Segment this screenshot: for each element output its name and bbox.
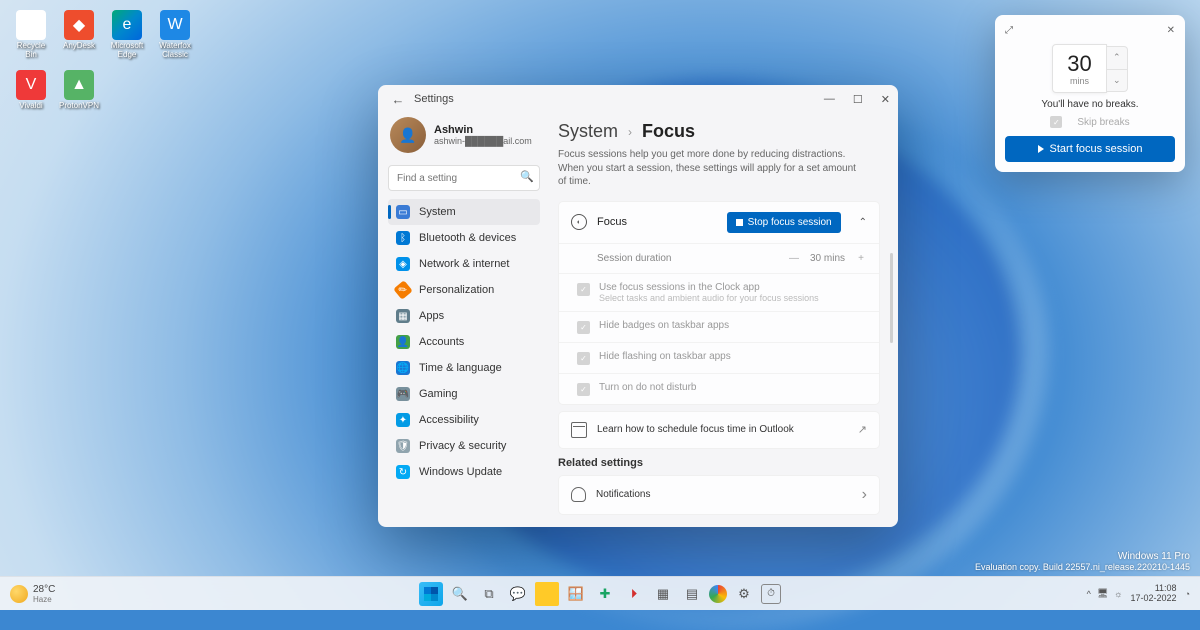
calendar-icon	[571, 422, 587, 438]
opt-clock-title: Use focus sessions in the Clock app	[599, 282, 819, 293]
anydesk-icon[interactable]: ◆AnyDesk	[56, 8, 102, 62]
start-focus-button[interactable]: Start focus session	[1005, 136, 1175, 162]
search-icon: 🔍	[520, 170, 534, 183]
monitor-tray-icon[interactable]: 🖥	[1097, 588, 1108, 599]
edge-icon[interactable]: eMicrosoft Edge	[104, 8, 150, 62]
nav-accounts[interactable]: 👤Accounts	[388, 329, 540, 355]
app-icon-5[interactable]	[709, 585, 727, 603]
avatar: 👤	[390, 117, 426, 153]
system-tray[interactable]: ^ 🖥 ☼	[1087, 588, 1123, 599]
app-icon-1[interactable]: 🪟	[564, 582, 588, 606]
windows-watermark: Windows 11 Pro Evaluation copy. Build 22…	[975, 551, 1190, 572]
stop-focus-button[interactable]: Stop focus session	[727, 212, 841, 233]
popup-unit: mins	[1067, 76, 1091, 86]
media-icon[interactable]: ⏵	[622, 582, 646, 606]
taskbar-clock[interactable]: 11:08 17-02-2022	[1131, 584, 1177, 604]
checkbox-clock-app[interactable]: ✓	[577, 283, 590, 296]
settings-window: ← Settings — ☐ ✕ 👤 Ashwin ashwin-██████a…	[378, 85, 898, 527]
taskbar: 28°C Haze 🔍 ⧉ 💬 🪟 ✚ ⏵ ▦ ▤ ⚙ ⏱ ^ 🖥 ☼ 11:0…	[0, 576, 1200, 610]
skip-breaks-label: Skip breaks	[1077, 117, 1129, 128]
content-scrollbar[interactable]	[890, 253, 893, 343]
duration-decrease[interactable]: —	[788, 253, 800, 264]
page-title: Focus	[642, 121, 695, 142]
checkbox-hide-flashing[interactable]: ✓	[577, 352, 590, 365]
titlebar: ← Settings — ☐ ✕	[378, 85, 898, 113]
nav-bluetooth[interactable]: ᛒBluetooth & devices	[388, 225, 540, 251]
task-view-icon[interactable]: ⧉	[477, 582, 501, 606]
breadcrumb: System › Focus	[558, 121, 880, 142]
focus-popup: ⤢ ✕ 30 mins ⌃ ⌄ You'll have no breaks. ✓…	[995, 15, 1185, 172]
nav-system[interactable]: ▭System	[388, 199, 540, 225]
opt-clock-sub: Select tasks and ambient audio for your …	[599, 293, 819, 303]
search-input[interactable]	[388, 165, 540, 191]
skip-breaks-checkbox[interactable]: ✓	[1050, 116, 1062, 128]
close-popup-icon[interactable]: ✕	[1167, 25, 1175, 36]
content-pane: System › Focus Focus sessions help you g…	[550, 113, 898, 527]
focus-title: Focus	[597, 216, 717, 228]
duration-value: 30 mins	[810, 253, 845, 264]
duration-increase[interactable]: +	[855, 253, 867, 264]
start-button[interactable]	[419, 582, 443, 606]
popup-duration: 30	[1067, 51, 1091, 77]
opt-dnd: Turn on do not disturb	[599, 382, 696, 393]
settings-taskbar-icon[interactable]: ⚙	[732, 582, 756, 606]
chevron-right-icon: ›	[862, 486, 867, 504]
explorer-icon[interactable]	[535, 582, 559, 606]
chevron-up-tray-icon[interactable]: ^	[1087, 589, 1091, 599]
nav-accessibility[interactable]: ✦Accessibility	[388, 407, 540, 433]
page-description: Focus sessions help you get more done by…	[558, 148, 880, 189]
chat-icon[interactable]: 💬	[506, 582, 530, 606]
focus-icon: ◐	[571, 214, 587, 230]
opt-hide-flashing: Hide flashing on taskbar apps	[599, 351, 731, 362]
focus-card: ◐ Focus Stop focus session ⌃ Session dur…	[558, 201, 880, 405]
brightness-tray-icon[interactable]: ☼	[1114, 589, 1122, 599]
window-title: Settings	[414, 93, 454, 105]
bell-icon	[571, 487, 586, 502]
related-heading: Related settings	[558, 457, 880, 469]
notification-center-icon[interactable]: ◔	[1185, 589, 1190, 599]
account-block[interactable]: 👤 Ashwin ashwin-██████ail.com	[388, 113, 540, 165]
maximize-button[interactable]: ☐	[853, 93, 863, 106]
nav-network[interactable]: ◈Network & internet	[388, 251, 540, 277]
nav-privacy[interactable]: 🛡Privacy & security	[388, 433, 540, 459]
chevron-right-icon: ›	[628, 125, 632, 139]
search-box: 🔍	[388, 165, 540, 191]
notifications-row[interactable]: Notifications ›	[558, 475, 880, 515]
nav-apps[interactable]: ▦Apps	[388, 303, 540, 329]
outlook-card[interactable]: Learn how to schedule focus time in Outl…	[558, 411, 880, 449]
protonvpn-icon[interactable]: ▲ProtonVPN	[56, 68, 102, 113]
nav-personalization[interactable]: ✎Personalization	[388, 277, 540, 303]
vivaldi-icon[interactable]: VVivaldi	[8, 68, 54, 113]
chevron-up-icon[interactable]: ⌃	[859, 217, 867, 228]
app-icon-4[interactable]: ▤	[680, 582, 704, 606]
breadcrumb-parent[interactable]: System	[558, 121, 618, 142]
checkbox-hide-badges[interactable]: ✓	[577, 321, 590, 334]
account-email: ashwin-██████ail.com	[434, 136, 532, 146]
expand-popup-icon[interactable]: ⤢	[1005, 25, 1013, 36]
popup-decrease[interactable]: ⌄	[1107, 69, 1127, 91]
desktop-icons: ♻Recycle Bin ◆AnyDesk eMicrosoft Edge WW…	[8, 8, 198, 112]
checkbox-dnd[interactable]: ✓	[577, 383, 590, 396]
popup-breaks-msg: You'll have no breaks.	[1005, 99, 1175, 110]
taskbar-search-icon[interactable]: 🔍	[448, 582, 472, 606]
waterfox-icon[interactable]: WWaterfox Classic	[152, 8, 198, 62]
taskbar-weather[interactable]: 28°C Haze	[0, 584, 55, 604]
weather-icon	[10, 585, 28, 603]
clock-app-icon[interactable]: ⏱	[761, 584, 781, 604]
nav-time[interactable]: 🌐Time & language	[388, 355, 540, 381]
nav-gaming[interactable]: 🎮Gaming	[388, 381, 540, 407]
session-duration-label: Session duration	[597, 253, 788, 264]
app-icon-3[interactable]: ▦	[651, 582, 675, 606]
external-link-icon: ↗	[858, 423, 867, 436]
minimize-button[interactable]: —	[824, 93, 835, 106]
opt-hide-badges: Hide badges on taskbar apps	[599, 320, 729, 331]
sidebar: 👤 Ashwin ashwin-██████ail.com 🔍 ▭System …	[378, 113, 550, 527]
recycle-bin-icon[interactable]: ♻Recycle Bin	[8, 8, 54, 62]
app-icon-2[interactable]: ✚	[593, 582, 617, 606]
account-name: Ashwin	[434, 124, 532, 136]
nav-update[interactable]: ↻Windows Update	[388, 459, 540, 485]
popup-increase[interactable]: ⌃	[1107, 47, 1127, 69]
close-button[interactable]: ✕	[881, 93, 890, 106]
back-button[interactable]: ←	[386, 92, 410, 107]
